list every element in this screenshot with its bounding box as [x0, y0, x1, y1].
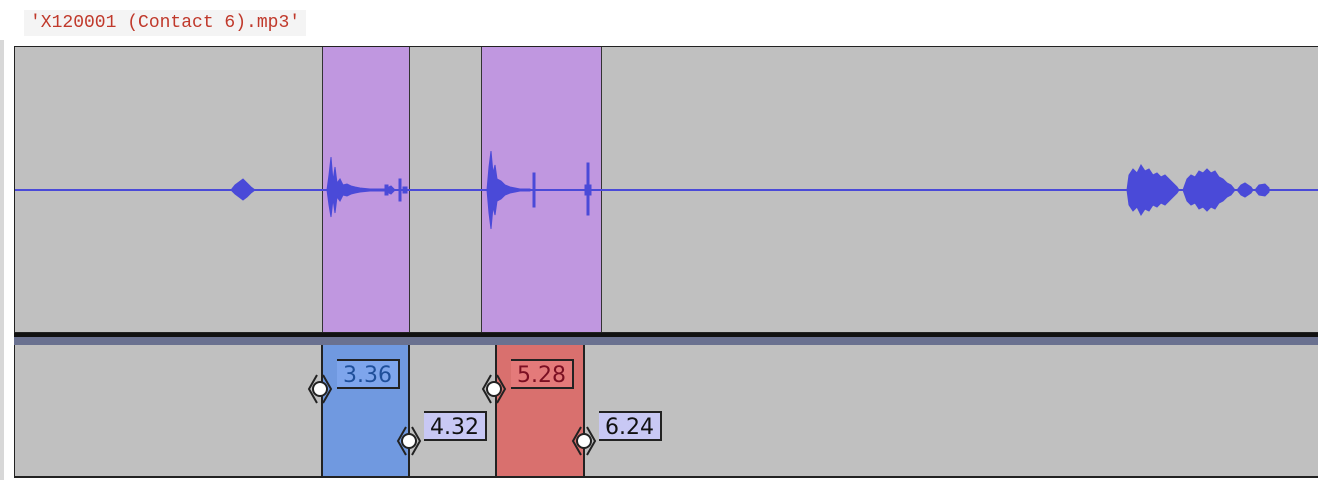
label-1-start-text[interactable]: 3.36 — [337, 359, 400, 389]
label-2-start-handle-icon[interactable] — [481, 371, 507, 407]
label-1-end-text[interactable]: 4.32 — [424, 411, 487, 441]
label-2-start-text[interactable]: 5.28 — [511, 359, 574, 389]
audio-track[interactable] — [14, 46, 1318, 333]
track-separator — [14, 333, 1318, 345]
label-1-start-handle-icon[interactable] — [307, 371, 333, 407]
label-1-end-handle-icon[interactable] — [396, 423, 422, 459]
label-2-end-handle-icon[interactable] — [571, 423, 597, 459]
file-title: 'X120001 (Contact 6).mp3' — [24, 10, 307, 36]
waveform — [15, 150, 1318, 230]
label-2-end-text[interactable]: 6.24 — [599, 411, 662, 441]
label-track[interactable]: 3.36 4.32 5.28 6.24 — [14, 345, 1318, 478]
window-edge — [0, 40, 4, 480]
